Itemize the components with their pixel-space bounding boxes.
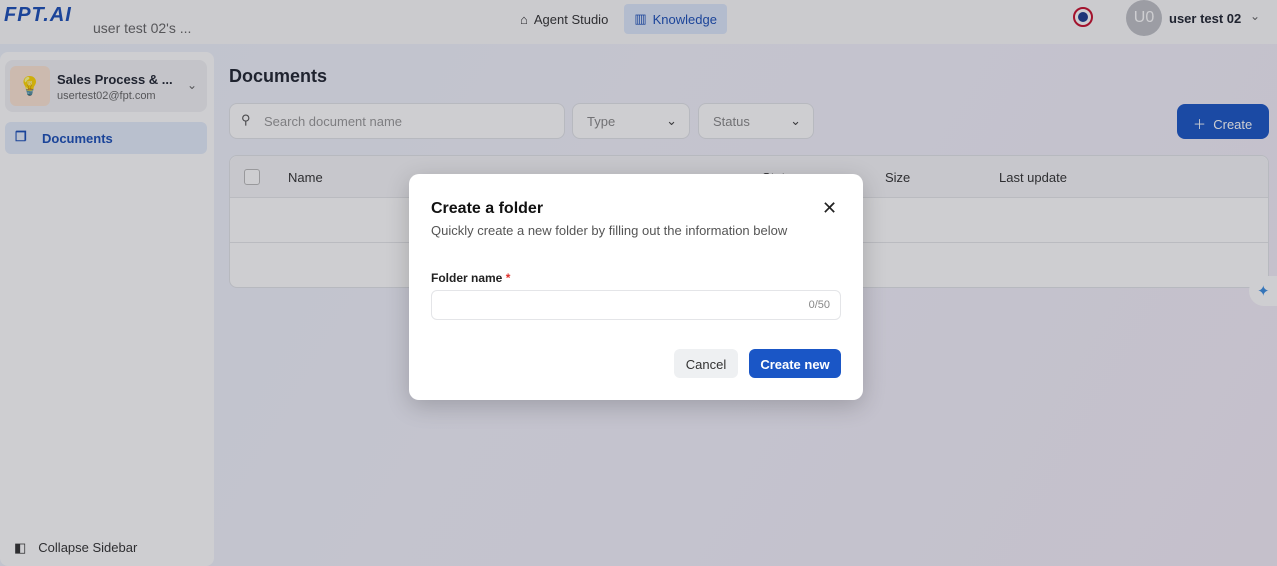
close-icon[interactable]: ✕ bbox=[822, 198, 837, 219]
folder-name-label: Folder name * bbox=[431, 271, 511, 285]
dialog-subtitle: Quickly create a new folder by filling o… bbox=[431, 223, 788, 238]
cancel-button[interactable]: Cancel bbox=[674, 349, 738, 378]
create-new-button[interactable]: Create new bbox=[749, 349, 841, 378]
create-folder-dialog: Create a folder Quickly create a new fol… bbox=[409, 174, 863, 400]
required-marker: * bbox=[505, 271, 511, 285]
char-counter: 0/50 bbox=[808, 299, 830, 311]
dialog-title: Create a folder bbox=[431, 200, 544, 217]
folder-name-input[interactable]: 0/50 bbox=[431, 290, 841, 320]
